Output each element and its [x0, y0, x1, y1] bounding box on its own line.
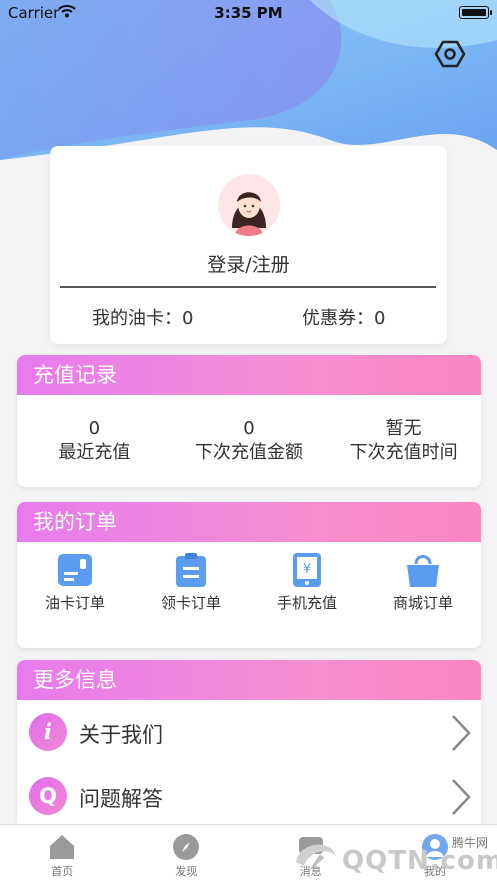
- next-recharge-time-stat: 暂无 下次充值时间: [326, 417, 481, 465]
- hexagon-gear-icon[interactable]: [434, 38, 466, 70]
- watermark: QQTN.com 腾牛网: [290, 830, 497, 883]
- recent-recharge-stat: 0 最近充值: [17, 417, 172, 465]
- section-title: 充值记录: [17, 355, 481, 395]
- recharge-records-section: 充值记录 0 最近充值 0 下次充值金额 暂无 下次充值时间: [17, 355, 481, 487]
- order-label: 手机充值: [276, 594, 337, 612]
- watermark-tag: 腾牛网: [448, 834, 491, 851]
- tab-label: 首页: [51, 865, 74, 878]
- shopping-bag-icon: [407, 555, 439, 587]
- chevron-right-icon: [452, 715, 471, 751]
- profile-card: 登录/注册 我的油卡：0 优惠券：0: [50, 146, 447, 344]
- list-item-label: 关于我们: [79, 723, 163, 747]
- list-item-faq[interactable]: Q 问题解答: [17, 764, 481, 828]
- status-bar: Carrier 3:35 PM: [0, 0, 497, 26]
- home-icon: [50, 835, 75, 859]
- watermark-logo-icon: [296, 844, 336, 872]
- list-item-about-us[interactable]: i 关于我们: [17, 700, 481, 764]
- order-label: 油卡订单: [44, 594, 105, 612]
- stat-value: 0: [243, 418, 255, 439]
- tab-home[interactable]: 首页: [0, 825, 124, 883]
- compass-icon: [173, 834, 200, 860]
- info-icon: i: [29, 713, 67, 751]
- section-title: 我的订单: [17, 502, 481, 542]
- coupon-count[interactable]: 优惠券：0: [302, 304, 385, 330]
- oil-card-count[interactable]: 我的油卡：0: [92, 304, 193, 330]
- clock: 3:35 PM: [214, 4, 283, 22]
- clipboard-icon: [176, 553, 206, 587]
- section-title: 更多信息: [17, 660, 481, 700]
- card-icon: [58, 554, 92, 586]
- oil-card-orders-button[interactable]: 油卡订单: [17, 552, 133, 613]
- stat-value: 0: [88, 418, 101, 439]
- phone-recharge-button[interactable]: ¥ 手机充值: [249, 552, 365, 613]
- stat-label: 最近充值: [58, 442, 131, 463]
- q-icon: Q: [29, 777, 67, 815]
- list-item-label: 问题解答: [79, 787, 163, 811]
- battery-fill: [461, 8, 486, 16]
- girl-avatar-icon[interactable]: [218, 174, 280, 236]
- svg-text:¥: ¥: [303, 562, 311, 577]
- tab-discover[interactable]: 发现: [124, 825, 248, 883]
- order-label: 领卡订单: [160, 594, 221, 612]
- chevron-right-icon: [452, 779, 471, 815]
- login-register-link[interactable]: 登录/注册: [50, 250, 447, 277]
- tab-label: 发现: [175, 865, 198, 878]
- more-info-section: 更多信息 i 关于我们 Q 问题解答: [17, 660, 481, 830]
- battery-icon: [459, 6, 492, 19]
- stat-value: 暂无: [385, 418, 422, 439]
- card-claim-orders-button[interactable]: 领卡订单: [133, 552, 249, 613]
- order-label: 商城订单: [392, 594, 453, 612]
- mall-orders-button[interactable]: 商城订单: [365, 552, 481, 613]
- divider: [60, 286, 436, 288]
- next-recharge-amount-stat: 0 下次充值金额: [172, 417, 327, 465]
- phone-yen-icon: ¥: [293, 553, 321, 587]
- stat-label: 下次充值金额: [195, 442, 303, 463]
- my-orders-section: 我的订单 油卡订单 领卡订单 ¥ 手机充值 商城订单: [17, 502, 481, 648]
- stat-label: 下次充值时间: [349, 442, 458, 463]
